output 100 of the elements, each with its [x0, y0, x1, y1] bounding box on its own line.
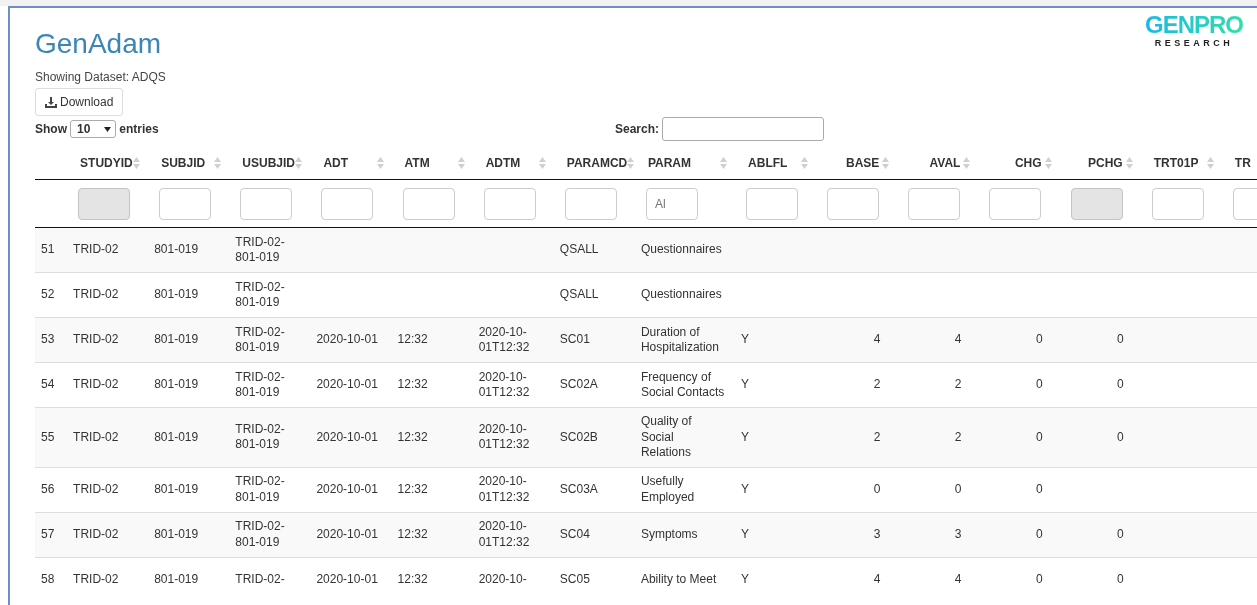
column-header[interactable]: PCHG: [1057, 156, 1139, 170]
table-cell: 2020-10-01T12:32: [478, 421, 530, 452]
table-cell: 55: [41, 429, 55, 444]
search-field[interactable]: [662, 117, 825, 141]
column-header[interactable]: PARAMCD: [551, 156, 633, 170]
search-label: Search:: [615, 122, 660, 136]
column-header[interactable]: AVAL: [895, 156, 977, 170]
column-header[interactable]: CHG: [976, 156, 1058, 170]
table-cell: 53: [41, 332, 55, 347]
table-cell: QSALL: [559, 287, 599, 302]
table-cell: 12:32: [397, 526, 428, 541]
download-icon: [45, 96, 57, 108]
table-cell: TRID-02: [73, 287, 119, 302]
table-cell: 0: [954, 481, 962, 496]
table-cell: 0: [1117, 571, 1124, 586]
table-cell: TRID-02-801-019: [235, 234, 285, 264]
table-cell: TRID-02: [73, 377, 119, 392]
column-header[interactable]: USUBJID: [227, 156, 309, 170]
column-header[interactable]: TRT01P: [1138, 156, 1220, 170]
sort-icon: [295, 157, 303, 169]
filter-field[interactable]: [240, 187, 293, 220]
sort-icon: [882, 157, 890, 169]
table-cell: 0: [1035, 526, 1043, 541]
table-cell: 2: [873, 429, 881, 444]
filter-field[interactable]: [989, 187, 1042, 220]
table-cell: 801-019: [154, 429, 199, 444]
table-cell: TRID-02: [73, 242, 119, 257]
filter-field[interactable]: [483, 187, 536, 220]
entries-select[interactable]: 10: [70, 120, 117, 138]
column-header[interactable]: SUBJID: [146, 156, 228, 170]
sort-icon: [214, 157, 222, 169]
table-cell: TRID-02: [73, 332, 119, 347]
table-cell: SC05: [559, 571, 590, 586]
column-header[interactable]: ABLFL: [733, 156, 815, 170]
table-cell: 0: [1117, 332, 1124, 347]
column-header[interactable]: TR: [1219, 156, 1257, 170]
table-cell: 801-019: [154, 481, 199, 496]
sort-icon: [720, 157, 728, 169]
table-cell: SC02A: [559, 377, 598, 392]
table-cell: 2020-10-01: [316, 571, 378, 586]
table-cell: 801-019: [154, 571, 199, 586]
table-cell: 0: [1117, 429, 1124, 444]
column-header[interactable]: PARAM: [632, 156, 734, 170]
filter-field[interactable]: [746, 187, 799, 220]
table-cell: TRID-02-801-019: [235, 279, 285, 309]
column-header[interactable]: STUDYID: [65, 156, 147, 170]
table-cell: 801-019: [154, 377, 199, 392]
table-cell: TRID-02-801-019: [235, 324, 285, 354]
table-cell: 2020-10-01: [316, 481, 378, 496]
table-cell: 3: [954, 526, 962, 541]
column-header[interactable]: ADT: [308, 156, 390, 170]
table-cell: SC03A: [559, 481, 598, 496]
table-cell: 2020-10-01: [316, 429, 378, 444]
table-cell: 52: [41, 287, 55, 302]
table-cell: 801-019: [154, 332, 199, 347]
download-button[interactable]: Download: [35, 88, 124, 116]
filter-field[interactable]: [159, 187, 212, 220]
table-cell: 2020-10-01: [316, 377, 378, 392]
table-cell: 2: [954, 429, 962, 444]
table-cell: 4: [954, 571, 962, 586]
table-cell: 2020-10-01T12:32: [478, 474, 530, 504]
table-cell: 801-019: [154, 287, 199, 302]
table-cell: 0: [1035, 571, 1043, 586]
entries-label: entries: [119, 122, 159, 136]
table-cell: 0: [1035, 377, 1043, 392]
sort-icon: [1044, 157, 1052, 169]
table-cell: TRID-02: [73, 481, 119, 496]
logo-tagline: RESEARCH: [1153, 38, 1235, 48]
filter-field[interactable]: [321, 187, 374, 220]
table-cell: TRID-02: [73, 429, 119, 444]
sort-icon: [1206, 157, 1214, 169]
table-cell: TRID-02-801-019: [235, 519, 285, 549]
filter-field[interactable]: [908, 187, 961, 220]
table-cell: 0: [1117, 377, 1124, 392]
table-cell: TRID-02-801-019: [235, 369, 285, 399]
filter-field[interactable]: [1151, 187, 1204, 220]
table-cell: Ability to Meet: [640, 571, 717, 586]
column-header[interactable]: ADTM: [470, 156, 552, 170]
table-cell: Questionnaires: [640, 242, 722, 257]
sort-icon: [376, 157, 384, 169]
table-cell: Y: [741, 429, 750, 444]
column-header[interactable]: BASE: [814, 156, 896, 170]
table-cell: Y: [741, 571, 750, 586]
table-cell: 801-019: [154, 242, 199, 257]
table-cell: Quality of Social Relations: [640, 414, 692, 459]
table-cell: 2020-10-: [478, 571, 527, 586]
sort-icon: [133, 157, 141, 169]
column-header[interactable]: ATM: [389, 156, 471, 170]
filter-field[interactable]: [827, 187, 880, 220]
table-cell: Y: [741, 377, 750, 392]
table-cell: 2020-10-01: [316, 526, 378, 541]
filter-field[interactable]: [564, 187, 617, 220]
filter-field[interactable]: Al: [645, 187, 698, 220]
table-cell: 54: [41, 377, 55, 392]
filter-field[interactable]: [402, 187, 455, 220]
table-cell: SC04: [559, 526, 590, 541]
dataset-label: Showing Dataset: ADQS: [35, 70, 167, 84]
table-cell: 2: [954, 377, 962, 392]
table-cell: TRID-02-801-019: [235, 474, 285, 504]
table-cell: Y: [741, 332, 750, 347]
